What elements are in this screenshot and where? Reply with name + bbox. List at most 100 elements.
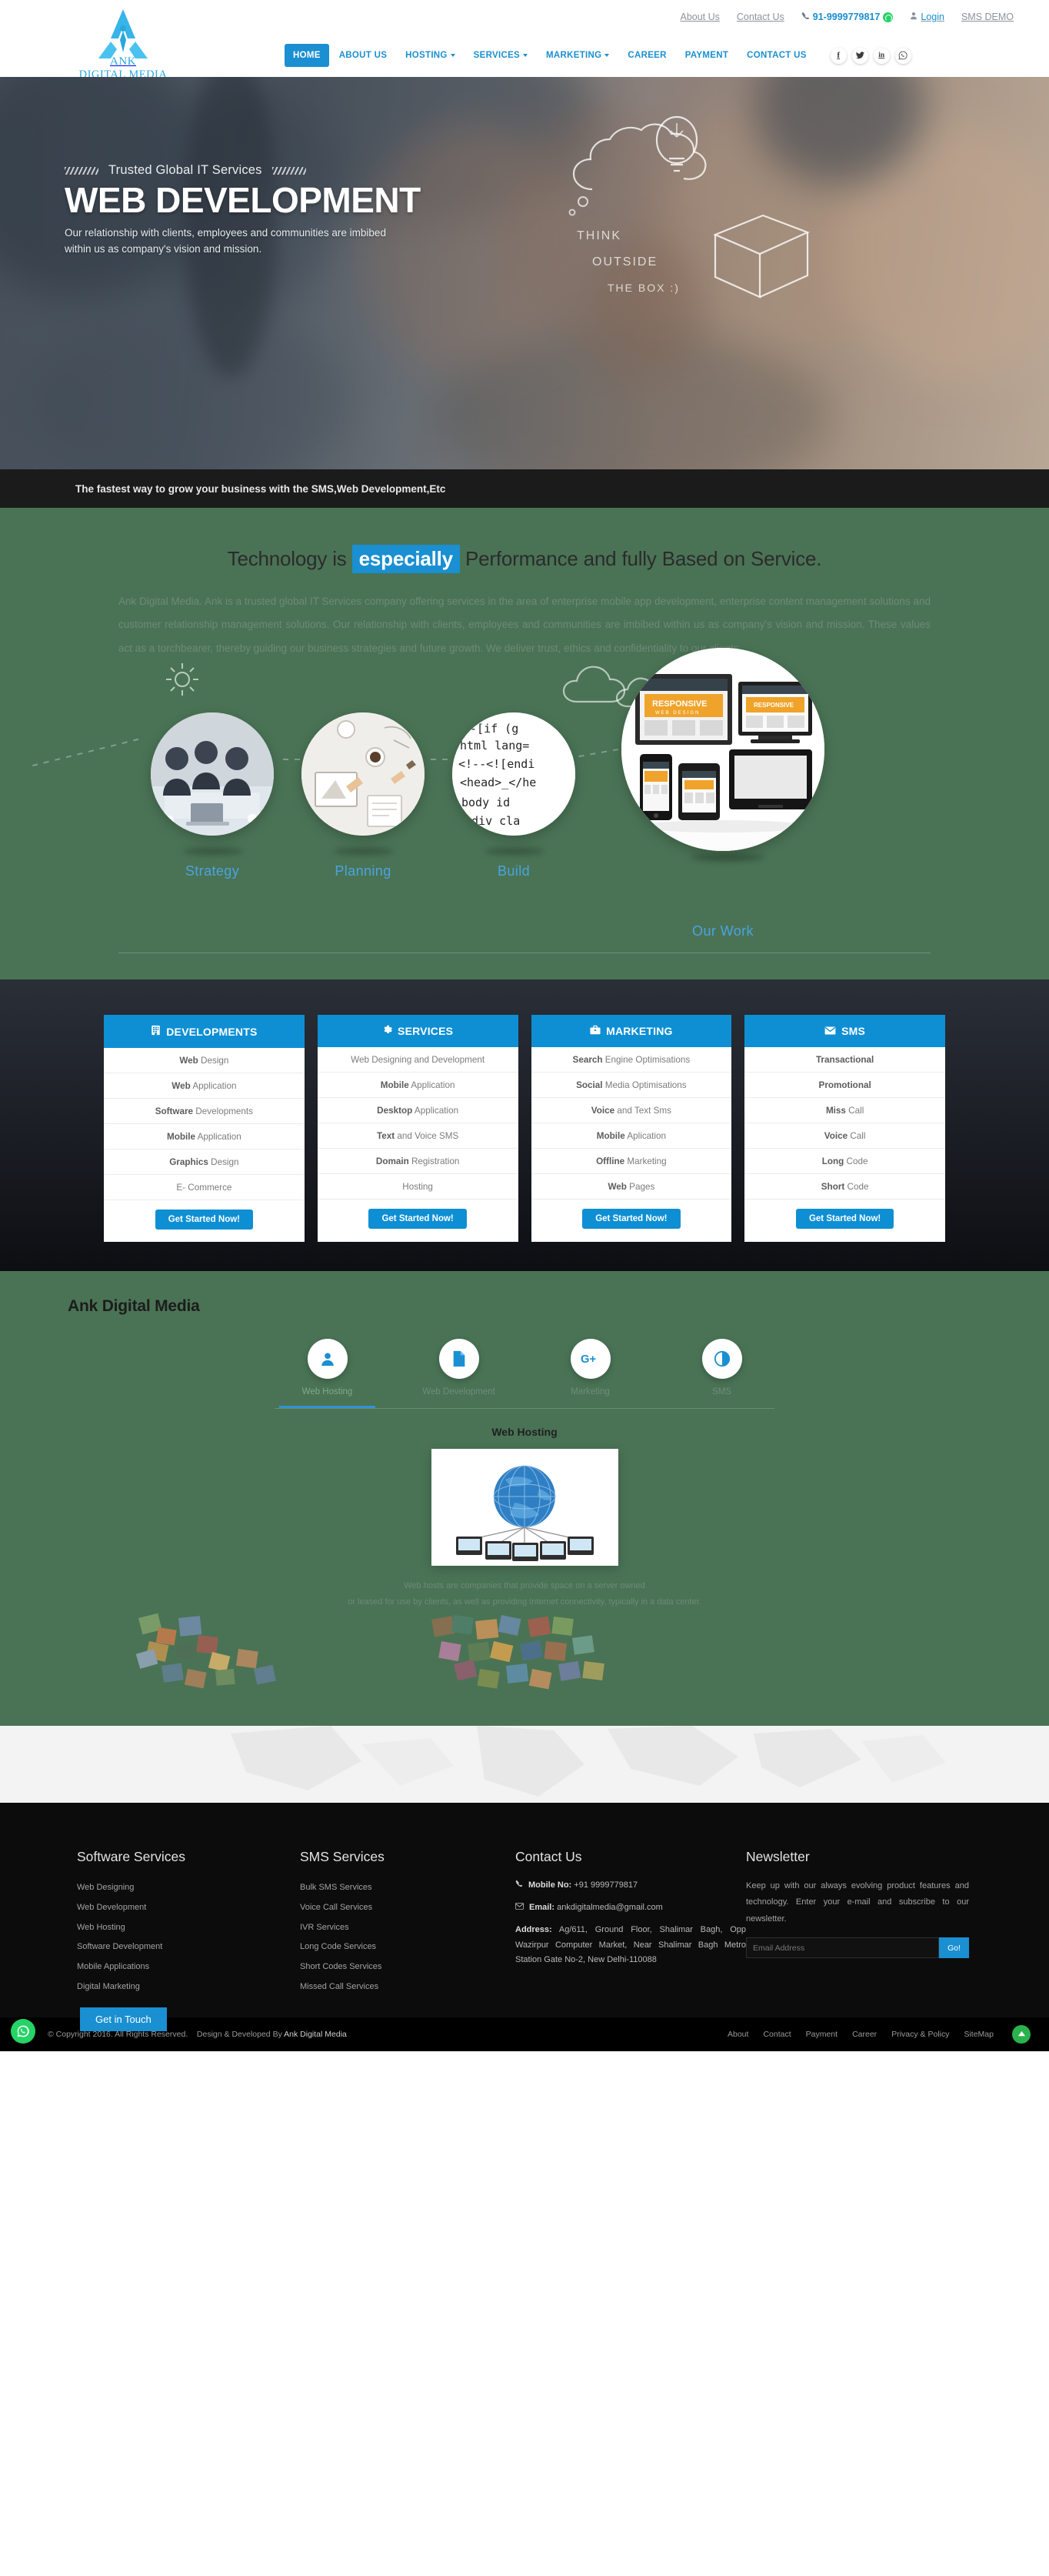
step-image-our-work: RESPONSIVE WEB DESIGN RESPONSIVE: [621, 648, 824, 852]
user-icon: [307, 1339, 348, 1380]
nav-item-career[interactable]: CAREER: [619, 44, 674, 67]
get-started-button[interactable]: Get Started Now!: [582, 1209, 681, 1230]
footer-column-title: SMS Services: [300, 1848, 385, 1864]
services-tabs-section: Ank Digital Media Web Hosting Web Develo…: [0, 1271, 1049, 1726]
step-shadow: [183, 848, 243, 856]
get-started-button[interactable]: Get Started Now!: [368, 1209, 467, 1230]
pricing-row: Voice and Text Sms: [531, 1098, 732, 1124]
twitter-icon[interactable]: [851, 47, 868, 64]
hero-overlay: [0, 77, 1049, 469]
footer-link[interactable]: Web Designing: [77, 1878, 300, 1898]
contact-label: Email:: [529, 1903, 555, 1913]
footer-link[interactable]: Web Development: [77, 1898, 300, 1918]
whatsapp-icon[interactable]: [883, 12, 894, 22]
footer-link[interactable]: Digital Marketing: [77, 1977, 300, 1997]
service-tabs: Web Hosting Web Development G+ Marketing…: [0, 1339, 1049, 1409]
pricing-row: Software Developments: [104, 1099, 305, 1125]
newsletter-text: Keep up with our always evolving product…: [746, 1880, 969, 1924]
row-bold: Web: [172, 1080, 191, 1091]
nav-label: HOME: [293, 51, 321, 60]
nav-item-hosting[interactable]: HOSTING: [397, 44, 464, 67]
row-text: Media Optimisations: [602, 1079, 687, 1090]
whatsapp-icon[interactable]: [894, 47, 911, 64]
svg-text:<head>_</he: <head>_</he: [460, 776, 536, 789]
whatsapp-float-button[interactable]: [11, 2018, 35, 2044]
footer-link[interactable]: Short Codes Services: [300, 1957, 515, 1977]
nav-item-payment[interactable]: PAYMENT: [677, 44, 737, 67]
row-bold: Text: [376, 1130, 395, 1141]
topbar-sms-demo[interactable]: SMS DEMO: [961, 12, 1014, 22]
footer-link[interactable]: Software Development: [77, 1937, 300, 1957]
nav-item-about-us[interactable]: ABOUT US: [331, 44, 395, 67]
pricing-column-title: DEVELOPMENTS: [166, 1025, 258, 1038]
topbar-login[interactable]: Login: [910, 12, 944, 22]
row-text: Call: [848, 1130, 866, 1141]
newsletter-email-input[interactable]: [746, 1937, 940, 1959]
row-bold: Mobile: [166, 1131, 195, 1142]
facebook-icon[interactable]: f: [830, 47, 847, 64]
nav-item-home[interactable]: HOME: [285, 44, 329, 67]
tab-sms[interactable]: SMS: [674, 1339, 770, 1408]
tab-web-hosting[interactable]: Web Hosting: [279, 1339, 375, 1409]
pricing-column-services: SERVICES Web Designing and Development M…: [317, 1015, 518, 1243]
pricing-columns: DEVELOPMENTS Web Design Web Application …: [104, 1015, 945, 1243]
tab-label: Marketing: [571, 1387, 610, 1397]
tab-marketing[interactable]: G+ Marketing: [542, 1339, 638, 1408]
nav-label: PAYMENT: [684, 51, 729, 60]
copyright-link-privacy[interactable]: Privacy & Policy: [891, 2030, 949, 2039]
topbar-phone[interactable]: 91-9999779817: [801, 12, 894, 22]
footer-link[interactable]: IVR Services: [300, 1918, 515, 1938]
pricing-column-title: SMS: [841, 1025, 866, 1038]
get-in-touch-button[interactable]: Get in Touch: [80, 2007, 167, 2031]
footer-link[interactable]: Web Hosting: [77, 1918, 300, 1938]
footer-link[interactable]: Bulk SMS Services: [300, 1878, 515, 1898]
get-started-button[interactable]: Get Started Now!: [795, 1209, 894, 1230]
about-heading-highlight: especially: [351, 545, 460, 573]
nav-item-contact-us[interactable]: CONTACT US: [738, 44, 815, 67]
footer-column-software-services: Software Services Web Designing Web Deve…: [77, 1849, 300, 1997]
pricing-column-title: SERVICES: [398, 1025, 454, 1038]
footer-column-newsletter: Newsletter Keep up with our always evolv…: [746, 1849, 969, 1997]
topbar-phone-number: 91-9999779817: [812, 12, 881, 22]
site-logo[interactable]: ANK DIGITAL MEDIA: [65, 8, 181, 82]
copyright-link-sitemap[interactable]: SiteMap: [964, 2030, 994, 2039]
row-text: Marketing: [624, 1156, 667, 1166]
get-started-button[interactable]: Get Started Now!: [155, 1210, 254, 1230]
nav-item-services[interactable]: SERVICES: [465, 44, 536, 67]
copyright-link-contact[interactable]: Contact: [763, 2030, 791, 2039]
svg-text:body id: body id: [461, 796, 510, 809]
tab-web-development[interactable]: Web Development: [411, 1339, 507, 1408]
copyright-link-payment[interactable]: Payment: [806, 2030, 838, 2039]
pricing-cta-wrap: Get Started Now!: [531, 1200, 732, 1241]
row-text: Design: [198, 1055, 229, 1066]
nav-item-marketing[interactable]: MARKETING: [538, 44, 618, 67]
phone-icon: [801, 12, 810, 22]
credit-name: Ank Digital Media: [281, 2029, 347, 2039]
footer-link[interactable]: Voice Call Services: [300, 1898, 515, 1918]
step-label-planning: Planning: [335, 863, 391, 879]
user-icon: [910, 12, 917, 22]
contact-value: +91 9999779817: [571, 1880, 638, 1890]
step-image-strategy: [151, 712, 274, 836]
footer-column-title: Contact Us: [515, 1848, 582, 1864]
footer-link[interactable]: Long Code Services: [300, 1937, 515, 1957]
briefcase-icon: [590, 1025, 601, 1037]
svg-text:RESPONSIVE: RESPONSIVE: [754, 702, 794, 709]
tab-label: Web Hosting: [301, 1387, 353, 1397]
hatch-decoration-left: [65, 166, 98, 175]
copyright-link-about[interactable]: About: [728, 2030, 748, 2039]
hero-subtitle: Our relationship with clients, employees…: [65, 226, 386, 255]
contact-label: Mobile No:: [528, 1880, 572, 1890]
chevron-down-icon: [450, 54, 455, 57]
scroll-to-top-button[interactable]: [1012, 2024, 1031, 2044]
footer-link[interactable]: Mobile Applications: [77, 1957, 300, 1977]
row-text: Code: [844, 1181, 869, 1192]
copyright-link-career[interactable]: Career: [852, 2030, 877, 2039]
topbar-about-us[interactable]: About Us: [680, 12, 719, 22]
newsletter-submit-button[interactable]: Go!: [939, 1937, 969, 1959]
linkedin-icon[interactable]: in: [873, 47, 890, 64]
step-shadow: [691, 854, 764, 862]
footer-link[interactable]: Missed Call Services: [300, 1977, 515, 1997]
row-bold: Promotional: [818, 1079, 871, 1090]
topbar-contact-us[interactable]: Contact Us: [737, 12, 784, 22]
